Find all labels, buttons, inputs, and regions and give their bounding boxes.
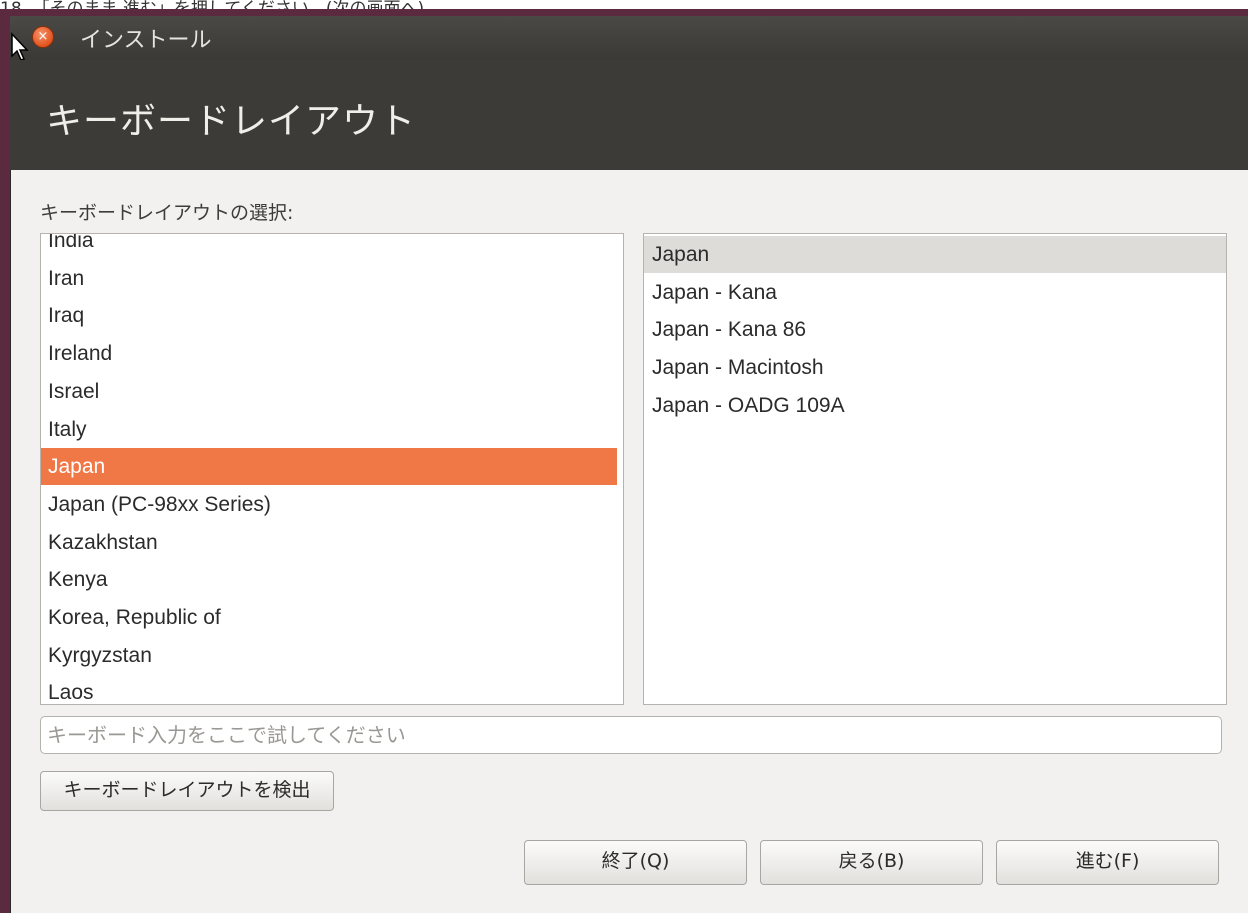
layout-list-item[interactable]: Israel: [41, 373, 617, 410]
layout-list[interactable]: India Iran Iraq Ireland Israel Italy Japan Japa…: [40, 233, 624, 705]
page-title: キーボードレイアウト: [46, 101, 417, 142]
variant-list-item[interactable]: Japan - Macintosh: [644, 349, 1226, 386]
layout-list-item[interactable]: Iraq: [41, 297, 617, 334]
layout-list-item[interactable]: India: [41, 234, 617, 259]
window-close-button[interactable]: ×: [32, 26, 54, 48]
back-button[interactable]: 戻る(B): [760, 840, 983, 885]
variant-list-item[interactable]: Japan: [644, 236, 1226, 273]
variant-list-item[interactable]: Japan - Kana: [644, 274, 1226, 311]
window-title: インストール: [80, 28, 212, 53]
layout-list-item[interactable]: Kazakhstan: [41, 524, 617, 561]
layout-list-item[interactable]: Italy: [41, 411, 617, 448]
forward-button[interactable]: 進む(F): [996, 840, 1219, 885]
keyboard-test-input[interactable]: [40, 716, 1222, 754]
layout-list-item[interactable]: Korea, Republic of: [41, 599, 617, 636]
layout-list-item[interactable]: Kenya: [41, 561, 617, 598]
layout-list-item[interactable]: Laos: [41, 674, 617, 704]
mouse-pointer-icon: [11, 32, 29, 61]
page-header: キーボードレイアウト: [10, 60, 1248, 170]
layout-list-item[interactable]: Japan: [41, 448, 617, 486]
layout-select-label: キーボードレイアウトの選択:: [40, 202, 294, 224]
layout-list-item[interactable]: Ireland: [41, 335, 617, 372]
variant-list[interactable]: Japan Japan - Kana Japan - Kana 86 Japan - …: [643, 233, 1227, 705]
window-titlebar[interactable]: × インストール: [10, 16, 1248, 60]
variant-list-item[interactable]: Japan - Kana 86: [644, 311, 1226, 348]
variant-list-item[interactable]: Japan - OADG 109A: [644, 387, 1226, 424]
detect-layout-button[interactable]: キーボードレイアウトを検出: [40, 771, 334, 811]
layout-list-item[interactable]: Iran: [41, 260, 617, 297]
quit-button[interactable]: 終了(Q): [524, 840, 747, 885]
layout-list-item[interactable]: Kyrgyzstan: [41, 637, 617, 674]
layout-list-item[interactable]: Japan (PC-98xx Series): [41, 486, 617, 523]
